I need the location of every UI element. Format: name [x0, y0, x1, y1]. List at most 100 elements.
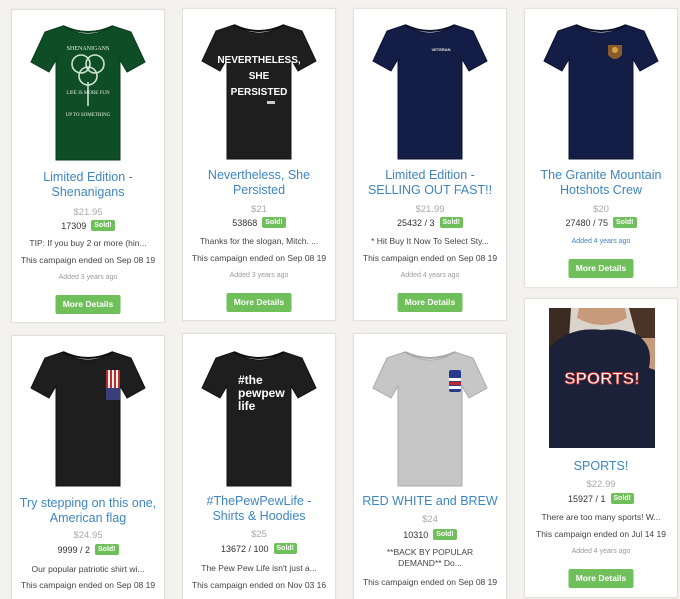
product-title[interactable]: RED WHITE and BREW: [360, 494, 500, 509]
campaign-ended-text: This campaign ended on Sep 08 19: [20, 580, 156, 590]
product-image[interactable]: NEVERTHELESS, SHE PERSISTED: [183, 13, 335, 163]
svg-text:LIFE IS MORE FUN: LIFE IS MORE FUN: [66, 91, 110, 96]
added-date: Added 3 years ago: [58, 274, 118, 281]
product-description: Our popular patriotic shirt wi...: [31, 564, 145, 574]
sold-badge: Sold!: [262, 217, 286, 228]
product-price: $25: [251, 529, 267, 540]
campaign-ended-text: This campaign ended on Sep 08 19: [362, 253, 498, 263]
product-description: Thanks for the slogan, Mitch. ...: [199, 236, 319, 246]
campaign-ended-text: This campaign ended on Sep 08 19: [20, 255, 156, 265]
product-image[interactable]: [525, 13, 677, 163]
svg-text:VETERAN: VETERAN: [431, 47, 450, 52]
product-title[interactable]: Limited Edition - Shenanigans: [18, 170, 158, 200]
more-details-button[interactable]: More Details: [568, 569, 634, 588]
product-price: $24: [422, 514, 438, 525]
sold-badge: Sold!: [95, 544, 119, 555]
product-description: * Hit Buy It Now To Select Sty...: [371, 236, 489, 246]
american-flag-icon: [106, 370, 120, 400]
badge-icon: [608, 45, 622, 59]
product-title[interactable]: Limited Edition - SELLING OUT FAST!!: [360, 168, 500, 198]
svg-text:SPORTS!: SPORTS!: [564, 369, 640, 388]
product-price: $22.99: [586, 479, 616, 490]
product-title[interactable]: Try stepping on this one, American flag: [18, 496, 158, 526]
more-details-button[interactable]: More Details: [568, 259, 634, 278]
more-details-button[interactable]: More Details: [226, 293, 292, 312]
product-image[interactable]: SPORTS!: [549, 308, 655, 448]
tshirt-image: NEVERTHELESS, SHE PERSISTED: [201, 24, 317, 160]
product-description: TIP: If you buy 2 or more (hin...: [29, 238, 147, 248]
tshirt-image: SHENANIGANS LIFE IS MORE FUN UP TO SOMET…: [30, 25, 146, 161]
campaign-ended-text: This campaign ended on Sep 08 19: [362, 577, 498, 587]
tshirt-image: [372, 351, 488, 487]
product-card: VETERAN Limited Edition - SELLING OUT FA…: [353, 8, 507, 321]
product-stats: 10310 Sold!: [354, 529, 506, 540]
product-price: $21.99: [415, 204, 445, 215]
product-card: SPORTS! SPORTS! $22.99 15927 / 1 Sold! T…: [524, 298, 678, 598]
campaign-ended-text: This campaign ended on Jul 14 19: [536, 529, 666, 539]
product-stats: 13672 / 100 Sold!: [183, 543, 335, 554]
svg-text:life: life: [238, 399, 256, 413]
product-image[interactable]: [12, 340, 164, 490]
product-card: NEVERTHELESS, SHE PERSISTED Nevertheless…: [182, 8, 336, 321]
added-date: Added 3 years ago: [229, 272, 289, 279]
campaign-ended-text: This campaign ended on Sep 08 19: [191, 253, 327, 263]
added-date: Added 4 years ago: [400, 272, 460, 279]
sold-count: 27480 / 75: [565, 217, 609, 228]
product-card: SHENANIGANS LIFE IS MORE FUN UP TO SOMET…: [11, 9, 165, 323]
campaign-ended-text: This campaign ended on Nov 03 16: [191, 580, 327, 590]
product-card: The Granite Mountain Hotshots Crew $20 2…: [524, 8, 678, 288]
svg-text:pewpew: pewpew: [238, 386, 285, 400]
sold-badge: Sold!: [433, 529, 457, 540]
tshirt-image: #the pewpew life: [201, 351, 317, 487]
product-title[interactable]: SPORTS!: [531, 459, 671, 474]
product-title[interactable]: #ThePewPewLife - Shirts & Hoodies: [189, 494, 329, 524]
product-card: #the pewpew life #ThePewPewLife - Shirts…: [182, 333, 336, 599]
product-price: $20: [593, 204, 609, 215]
sold-count: 17309: [61, 220, 87, 231]
product-price: $24.95: [73, 530, 103, 541]
product-card: RED WHITE and BREW $24 10310 Sold! **BAC…: [353, 333, 507, 599]
product-price: $21.95: [73, 207, 103, 218]
sold-count: 15927 / 1: [567, 493, 606, 504]
product-price: $21: [251, 204, 267, 215]
product-image[interactable]: [354, 340, 506, 490]
tshirt-image: [30, 351, 146, 487]
svg-text:SHENANIGANS: SHENANIGANS: [67, 46, 110, 52]
product-title[interactable]: The Granite Mountain Hotshots Crew: [531, 168, 671, 198]
product-stats: 15927 / 1 Sold!: [525, 493, 677, 504]
svg-text:NEVERTHELESS,: NEVERTHELESS,: [217, 55, 301, 66]
flag-can-icon: [449, 370, 461, 392]
sold-count: 9999 / 2: [57, 544, 91, 555]
product-stats: 27480 / 75 Sold!: [525, 217, 677, 228]
product-stats: 25432 / 3 Sold!: [354, 217, 506, 228]
svg-text:PERSISTED: PERSISTED: [231, 87, 288, 98]
sold-badge: Sold!: [273, 543, 298, 554]
more-details-button[interactable]: More Details: [397, 293, 463, 312]
tshirt-image: [543, 24, 659, 160]
svg-text:UP TO SOMETHING: UP TO SOMETHING: [66, 113, 111, 118]
tshirt-image: VETERAN: [372, 24, 488, 160]
product-image[interactable]: SHENANIGANS LIFE IS MORE FUN UP TO SOMET…: [12, 14, 164, 164]
product-stats: 17309 Sold!: [12, 220, 164, 231]
model-photo: SPORTS!: [549, 308, 655, 448]
product-title[interactable]: Nevertheless, She Persisted: [189, 168, 329, 198]
product-stats: 9999 / 2 Sold!: [12, 544, 164, 555]
svg-text:SHE: SHE: [249, 71, 270, 82]
product-description: The Pew Pew Life isn't just a...: [201, 563, 317, 573]
sold-badge: Sold!: [613, 217, 637, 228]
product-card: Try stepping on this one, American flag …: [11, 335, 165, 599]
sold-badge: Sold!: [610, 493, 635, 504]
product-description: **BACK BY POPULAR DEMAND** Do...: [386, 547, 474, 568]
sold-count: 13672 / 100: [220, 543, 269, 554]
sold-count: 10310: [403, 529, 429, 540]
product-description: There are too many sports! W...: [541, 512, 661, 522]
added-date: Added 4 years ago: [571, 238, 631, 245]
added-date: Added 4 years ago: [571, 548, 631, 555]
sold-badge: Sold!: [439, 217, 464, 228]
product-image[interactable]: #the pewpew life: [183, 340, 335, 490]
more-details-button[interactable]: More Details: [55, 295, 121, 314]
sold-count: 25432 / 3: [396, 217, 435, 228]
product-image[interactable]: VETERAN: [354, 13, 506, 163]
svg-text:#the: #the: [238, 373, 263, 387]
sold-count: 53868: [232, 217, 258, 228]
